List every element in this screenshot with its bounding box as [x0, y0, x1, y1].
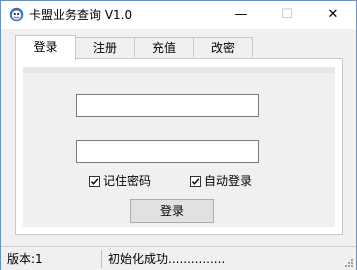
tab-label: 改密 — [210, 41, 235, 55]
password-input[interactable] — [76, 140, 259, 163]
close-icon: ✕ — [327, 7, 339, 22]
window-title: 卡盟业务查询 V1.0 — [29, 8, 133, 22]
status-message: 初始化成功............... — [108, 252, 226, 266]
maximize-icon: ☐ — [281, 7, 293, 22]
tab-label: 充值 — [151, 41, 176, 55]
tab-login[interactable]: 登录 — [15, 35, 76, 60]
tab-recharge[interactable]: 充值 — [134, 37, 194, 57]
status-bar: 版本:1 初始化成功............... — [1, 246, 356, 270]
tab-change-password[interactable]: 改密 — [193, 37, 253, 57]
checkbox-checked-icon — [89, 176, 100, 187]
checkbox-checked-icon — [190, 176, 201, 187]
title-bar[interactable]: 卡盟业务查询 V1.0 — ☐ ✕ — [1, 1, 356, 29]
login-button-label: 登录 — [159, 204, 184, 218]
minimize-button[interactable]: — — [218, 1, 264, 29]
app-logo-icon — [9, 7, 24, 22]
username-input[interactable] — [76, 94, 259, 117]
tab-label: 登录 — [33, 40, 58, 54]
app-window: 卡盟业务查询 V1.0 — ☐ ✕ 登录 注册 充值 改密 记住密码 自动登录 … — [0, 0, 357, 270]
maximize-button[interactable]: ☐ — [264, 1, 310, 29]
close-button[interactable]: ✕ — [310, 1, 356, 29]
remember-password-label: 记住密码 — [103, 174, 152, 188]
resize-grip-icon[interactable] — [344, 258, 354, 268]
auto-login-checkbox[interactable]: 自动登录 — [190, 173, 252, 189]
login-button[interactable]: 登录 — [130, 199, 214, 223]
minimize-icon: — — [234, 7, 248, 22]
version-status: 版本:1 — [7, 252, 43, 266]
auto-login-label: 自动登录 — [204, 174, 253, 188]
status-divider — [101, 250, 102, 268]
tab-label: 注册 — [92, 41, 117, 55]
tab-register[interactable]: 注册 — [75, 37, 135, 57]
remember-password-checkbox[interactable]: 记住密码 — [89, 173, 151, 189]
